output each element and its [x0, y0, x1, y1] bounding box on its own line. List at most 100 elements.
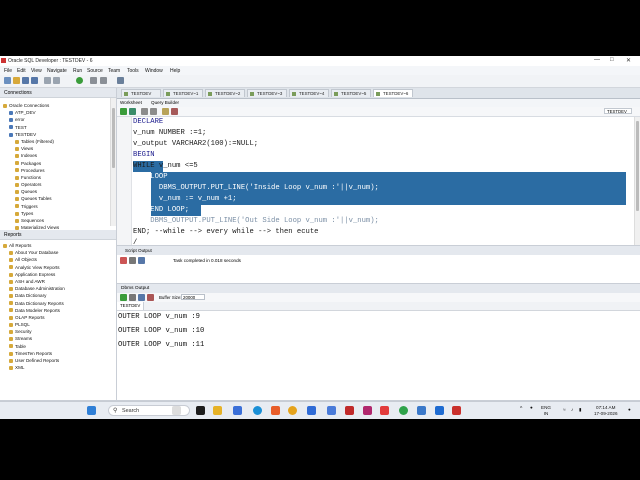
app-icon[interactable] — [327, 406, 336, 415]
app-icon[interactable] — [363, 406, 372, 415]
tree-item[interactable]: Packages — [0, 160, 110, 167]
connections-scrollbar[interactable] — [110, 98, 116, 226]
tree-item[interactable]: All Reports — [0, 242, 110, 249]
commit-icon[interactable] — [162, 108, 169, 115]
tree-item[interactable]: Data Dictionary Reports — [0, 300, 110, 307]
menu-file[interactable]: File — [4, 68, 12, 74]
editor-tab[interactable]: TESTDEV~4 — [289, 89, 329, 97]
add-icon[interactable] — [120, 294, 127, 301]
open-icon[interactable] — [13, 77, 20, 84]
tree-item[interactable]: Security — [0, 328, 110, 335]
save-icon[interactable] — [138, 294, 145, 301]
tab-worksheet[interactable]: Worksheet — [120, 100, 142, 105]
tree-item[interactable]: XML — [0, 364, 110, 371]
tree-item[interactable]: PLSQL — [0, 321, 110, 328]
clock[interactable]: 07:14 AM 17-09-2026 — [594, 405, 618, 416]
autotrace-icon[interactable] — [150, 108, 157, 115]
tree-item[interactable]: Data Modeler Reports — [0, 307, 110, 314]
minimize-icon[interactable]: — — [594, 57, 600, 63]
close-icon[interactable]: ✕ — [626, 57, 631, 64]
tree-item[interactable]: Application Express — [0, 271, 110, 278]
file-explorer-icon[interactable] — [213, 406, 222, 415]
chrome-icon[interactable] — [288, 406, 297, 415]
tree-item[interactable]: TimesTen Reports — [0, 350, 110, 357]
tree-item[interactable]: User Defined Reports — [0, 357, 110, 364]
forward-icon[interactable] — [100, 77, 107, 84]
tree-item[interactable]: TESTDEV — [0, 131, 110, 138]
code-editor[interactable]: DECLARE v_num NUMBER :=1; v_output VARCH… — [117, 117, 640, 247]
tray-overflow-icon[interactable]: ^ — [520, 406, 522, 413]
menu-edit[interactable]: Edit — [17, 68, 26, 74]
tree-item[interactable]: Procedures — [0, 167, 110, 174]
battery-icon[interactable]: ▮ — [579, 407, 582, 413]
rollback-icon[interactable] — [171, 108, 178, 115]
tree-item[interactable]: TEST — [0, 124, 110, 131]
print-icon[interactable] — [147, 294, 154, 301]
menu-help[interactable]: Help — [170, 68, 180, 74]
back-icon[interactable] — [90, 77, 97, 84]
tree-item[interactable]: Indexes — [0, 152, 110, 159]
maximize-icon[interactable]: □ — [610, 57, 614, 63]
tree-item[interactable]: Analytic View Reports — [0, 264, 110, 271]
app-icon[interactable] — [452, 406, 461, 415]
tree-item[interactable]: Types — [0, 210, 110, 217]
save-output-icon[interactable] — [138, 257, 145, 264]
tab-dbms-testdev[interactable]: TESTDEV — [117, 302, 145, 310]
language-indicator[interactable]: ENG IN — [541, 405, 551, 416]
clear-icon[interactable] — [129, 257, 136, 264]
clear-icon[interactable] — [129, 294, 136, 301]
connection-selector[interactable]: TESTDEV — [604, 108, 632, 114]
app-icon[interactable] — [271, 406, 280, 415]
run-statement-icon[interactable] — [120, 108, 127, 115]
menu-run[interactable]: Run — [73, 68, 82, 74]
app-icon[interactable] — [399, 406, 408, 415]
tree-item[interactable]: Sequences — [0, 217, 110, 224]
tab-script-output[interactable]: Script Output — [125, 248, 152, 253]
app-icon[interactable] — [417, 406, 426, 415]
app-icon[interactable] — [435, 406, 444, 415]
app-icon[interactable] — [233, 406, 242, 415]
editor-tab[interactable]: TESTDEV~5 — [331, 89, 371, 97]
editor-scrollbar[interactable] — [634, 117, 640, 245]
editor-tab[interactable]: TESTDEV~1 — [163, 89, 203, 97]
tree-item[interactable]: Operators — [0, 181, 110, 188]
tree-item[interactable]: ATP_DEV — [0, 109, 110, 116]
app-icon[interactable] — [307, 406, 316, 415]
task-view-icon[interactable] — [172, 406, 181, 415]
tree-item[interactable]: Database Administration — [0, 285, 110, 292]
menu-navigate[interactable]: Navigate — [47, 68, 67, 74]
tree-item[interactable]: Triggers — [0, 203, 110, 210]
buffer-size-input[interactable]: 20000 — [181, 294, 205, 300]
debug-icon[interactable] — [117, 77, 124, 84]
tree-item[interactable]: All Objects — [0, 256, 110, 263]
tray-app-icon[interactable]: ● — [530, 405, 533, 411]
menu-team[interactable]: Team — [108, 68, 120, 74]
app-icon[interactable] — [345, 406, 354, 415]
editor-tab[interactable]: TESTDEV~2 — [205, 89, 245, 97]
tree-item[interactable]: Views — [0, 145, 110, 152]
explain-plan-icon[interactable] — [141, 108, 148, 115]
new-icon[interactable] — [4, 77, 11, 84]
tree-item[interactable]: Functions — [0, 174, 110, 181]
redo-icon[interactable] — [53, 77, 60, 84]
menu-view[interactable]: View — [31, 68, 42, 74]
tree-item[interactable]: Table — [0, 343, 110, 350]
tree-item[interactable]: Streams — [0, 335, 110, 342]
tree-item[interactable]: Oracle Connections — [0, 102, 110, 109]
menu-window[interactable]: Window — [145, 68, 163, 74]
tree-item[interactable]: About Your Database — [0, 249, 110, 256]
run-icon[interactable] — [76, 77, 83, 84]
undo-icon[interactable] — [44, 77, 51, 84]
editor-tab[interactable]: TESTDEV~3 — [247, 89, 287, 97]
menu-tools[interactable]: Tools — [127, 68, 139, 74]
save-all-icon[interactable] — [31, 77, 38, 84]
terminal-icon[interactable] — [196, 406, 205, 415]
tree-item[interactable]: Tables (Filtered) — [0, 138, 110, 145]
tree-item[interactable]: Queues — [0, 188, 110, 195]
start-icon[interactable] — [87, 406, 96, 415]
pin-icon[interactable] — [120, 257, 127, 264]
tab-query-builder[interactable]: Query Builder — [151, 100, 179, 105]
editor-tab[interactable]: TESTDEV — [121, 89, 161, 97]
app-icon[interactable] — [380, 406, 389, 415]
tree-item[interactable]: ASH and AWR — [0, 278, 110, 285]
